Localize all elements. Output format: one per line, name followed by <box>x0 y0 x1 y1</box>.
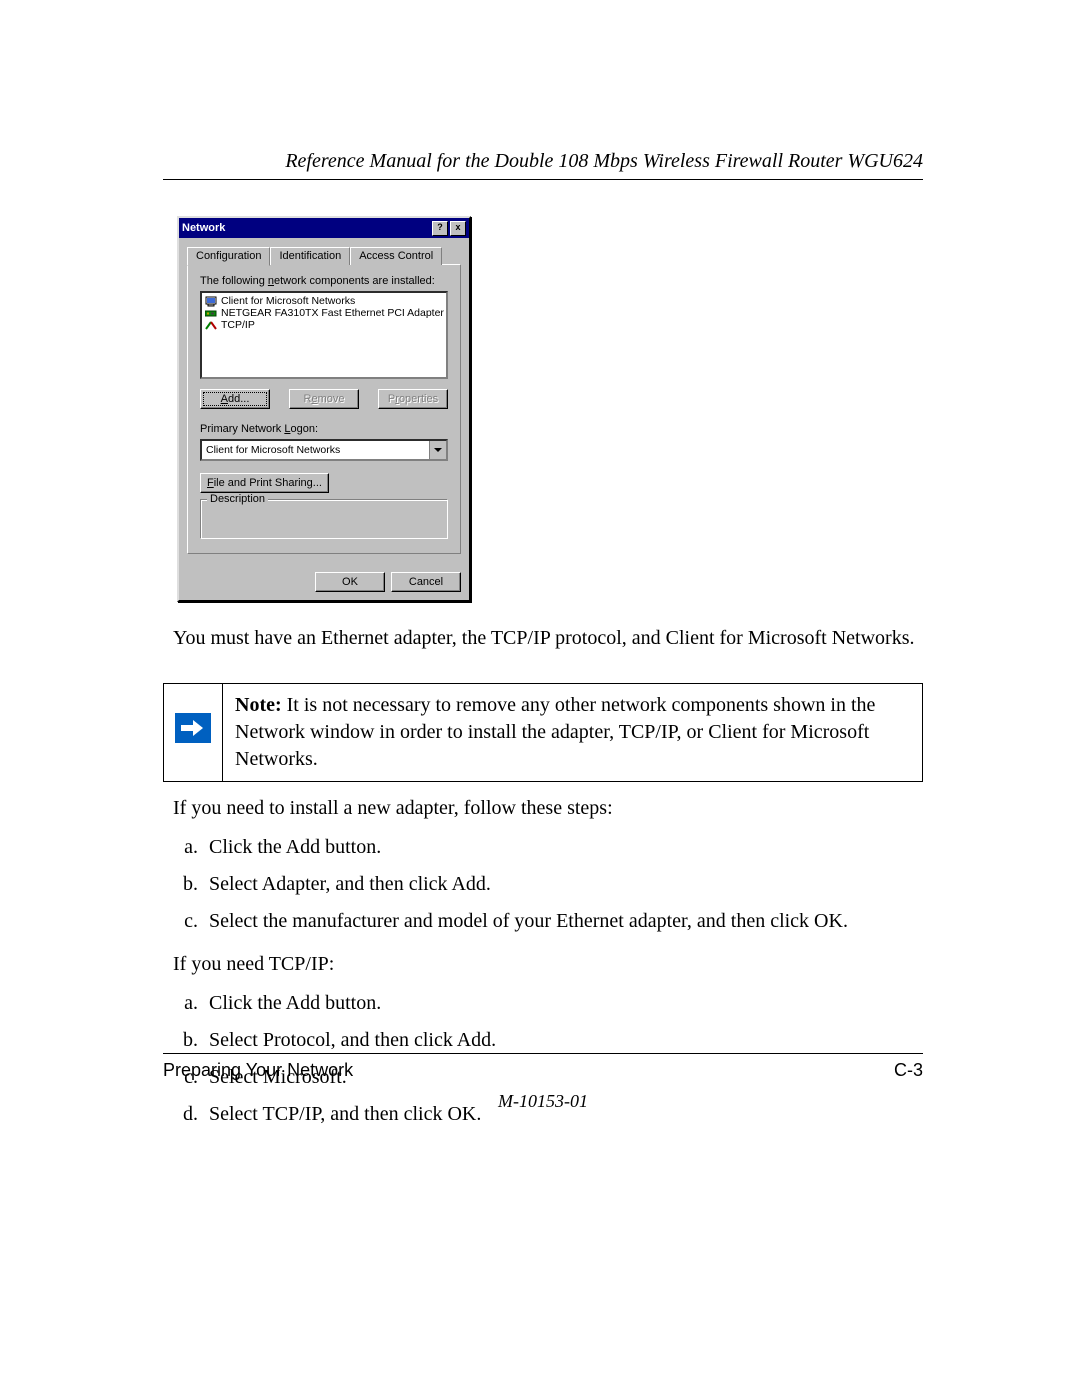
footer-rule <box>163 1053 923 1054</box>
close-icon[interactable]: x <box>450 221 466 236</box>
page-footer: Preparing Your Network C-3 M-10153-01 <box>163 1053 923 1112</box>
adapter-icon <box>205 308 217 319</box>
tab-identification[interactable]: Identification <box>270 247 350 265</box>
dialog-body: Configuration Identification Access Cont… <box>179 238 469 564</box>
network-dialog-figure: Network ? x Configuration Identification… <box>177 216 923 602</box>
components-buttons: Add... Remove Properties <box>200 389 448 409</box>
note-label: Note: <box>235 694 282 716</box>
adapter-steps-list: Click the Add button. Select Adapter, an… <box>173 833 923 936</box>
properties-button: Properties <box>378 389 448 409</box>
file-print-sharing-button[interactable]: File and Print Sharing... <box>200 473 329 493</box>
remove-button: Remove <box>289 389 359 409</box>
dialog-tabs: Configuration Identification Access Cont… <box>187 246 461 264</box>
list-item: Select the manufacturer and model of you… <box>203 907 923 936</box>
list-item: Click the Add button. <box>203 989 923 1018</box>
paragraph: If you need TCP/IP: <box>173 950 923 979</box>
list-item: Select Protocol, and then click Add. <box>203 1026 923 1055</box>
list-item[interactable]: TCP/IP <box>204 319 444 331</box>
list-item: Click the Add button. <box>203 833 923 862</box>
footer-doc-number: M-10153-01 <box>163 1091 923 1112</box>
note-body: It is not necessary to remove any other … <box>235 694 875 770</box>
cancel-button[interactable]: Cancel <box>391 572 461 592</box>
primary-logon-label: Primary Network Logon: <box>200 423 448 435</box>
paragraph: If you need to install a new adapter, fo… <box>173 794 923 823</box>
note-text: Note: It is not necessary to remove any … <box>223 684 923 782</box>
components-listbox[interactable]: Client for Microsoft Networks NETGEAR FA… <box>200 291 448 379</box>
running-header: Reference Manual for the Double 108 Mbps… <box>163 150 923 173</box>
help-icon[interactable]: ? <box>432 221 448 236</box>
note-box: Note: It is not necessary to remove any … <box>163 683 923 782</box>
list-item: Select Adapter, and then click Add. <box>203 870 923 899</box>
list-item[interactable]: NETGEAR FA310TX Fast Ethernet PCI Adapte… <box>204 307 444 319</box>
ok-button[interactable]: OK <box>315 572 385 592</box>
list-item-label: NETGEAR FA310TX Fast Ethernet PCI Adapte… <box>221 307 444 319</box>
tabpanel-configuration: The following network components are ins… <box>187 264 461 554</box>
dialog-bottom-buttons: OK Cancel <box>179 564 469 600</box>
description-group: Description <box>200 499 448 539</box>
paragraph: You must have an Ethernet adapter, the T… <box>173 624 923 653</box>
header-rule <box>163 179 923 180</box>
list-item-label: Client for Microsoft Networks <box>221 295 355 307</box>
client-icon <box>205 296 217 307</box>
dialog-title-text: Network <box>182 222 430 234</box>
network-dialog: Network ? x Configuration Identification… <box>177 216 471 602</box>
add-button[interactable]: Add... <box>200 389 270 409</box>
dialog-titlebar[interactable]: Network ? x <box>179 218 469 238</box>
description-legend: Description <box>207 493 268 505</box>
tab-access-control[interactable]: Access Control <box>350 247 442 265</box>
primary-logon-dropdown[interactable]: Client for Microsoft Networks <box>200 439 448 461</box>
arrow-icon <box>175 713 211 743</box>
manual-page: Reference Manual for the Double 108 Mbps… <box>0 0 1080 1397</box>
list-item-label: TCP/IP <box>221 319 255 331</box>
note-icon-cell <box>164 684 223 782</box>
list-item[interactable]: Client for Microsoft Networks <box>204 295 444 307</box>
primary-logon-value: Client for Microsoft Networks <box>202 444 429 456</box>
footer-page-number: C-3 <box>894 1060 923 1081</box>
protocol-icon <box>205 320 217 331</box>
components-installed-label: The following network components are ins… <box>200 275 448 287</box>
chevron-down-icon[interactable] <box>429 441 446 459</box>
tab-configuration[interactable]: Configuration <box>187 247 270 266</box>
footer-section: Preparing Your Network <box>163 1060 353 1081</box>
